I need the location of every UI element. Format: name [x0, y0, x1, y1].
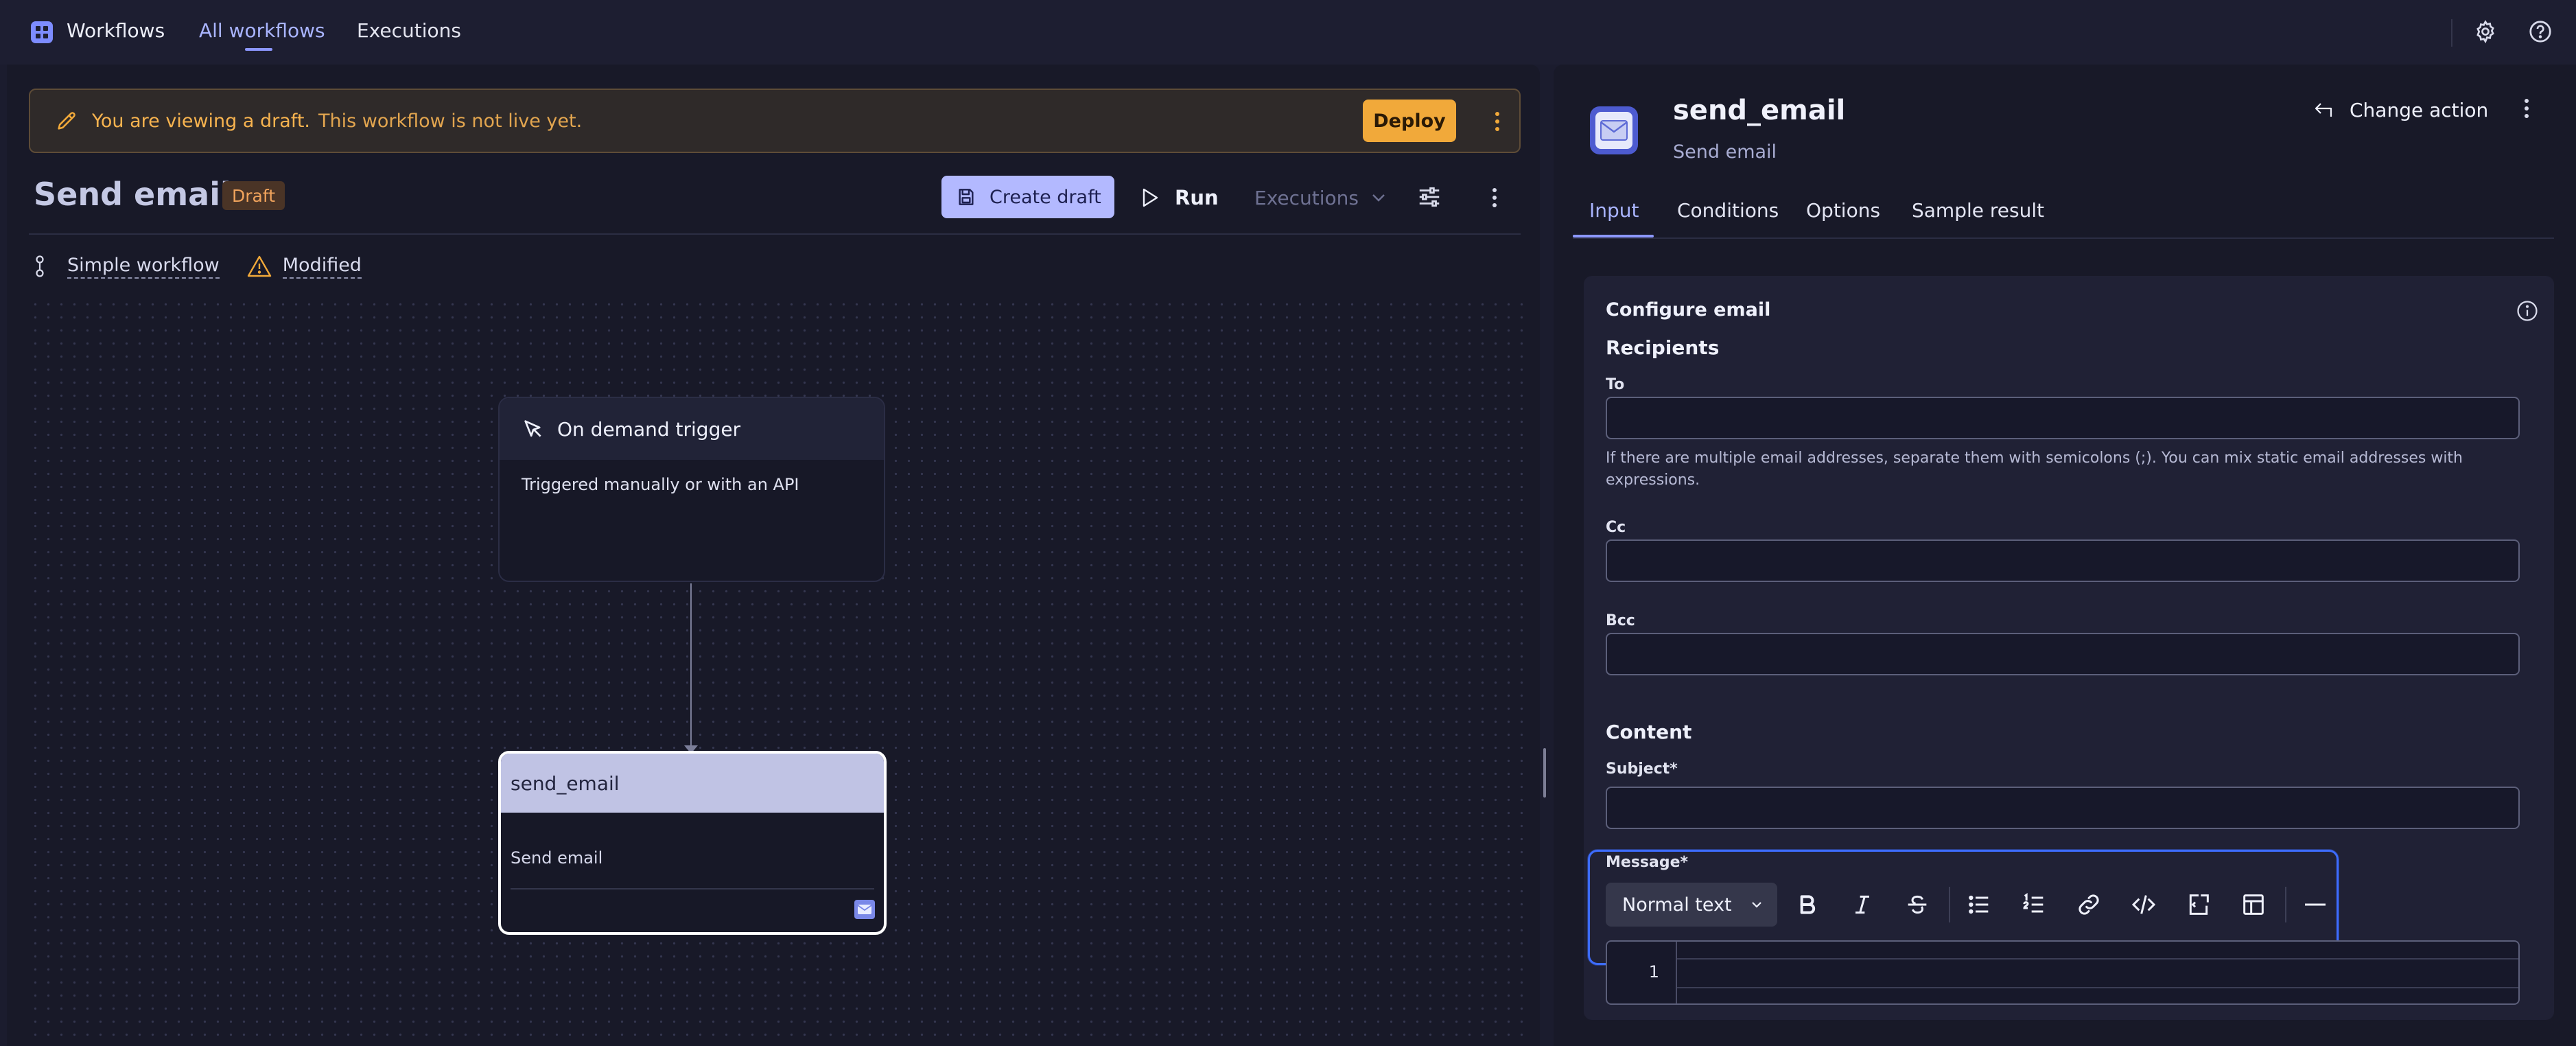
to-label: To	[1606, 376, 1625, 393]
editor-gutter: 1	[1607, 942, 1677, 1003]
action-type-subtitle: Send email	[1673, 141, 1777, 163]
nav-tab-all-workflows[interactable]: All workflows	[199, 19, 325, 42]
tab-input[interactable]: Input	[1589, 199, 1639, 222]
run-label: Run	[1175, 186, 1219, 209]
panel-resize-handle[interactable]	[1543, 748, 1546, 798]
cursor-click-icon	[522, 417, 545, 441]
subject-label: Subject*	[1606, 760, 1678, 778]
config-tabs: Input Conditions Options Sample result	[1573, 199, 2554, 239]
send-email-node[interactable]: send_email Send email	[498, 751, 887, 935]
deploy-button[interactable]: Deploy	[1363, 100, 1456, 142]
toolbar-separator	[1949, 887, 1950, 922]
info-icon[interactable]	[2516, 299, 2539, 323]
active-tab-indicator	[245, 48, 272, 51]
bold-icon[interactable]	[1794, 891, 1821, 918]
link-icon[interactable]	[2075, 891, 2103, 918]
banner-more-icon[interactable]	[1485, 108, 1510, 135]
cc-field[interactable]	[1606, 539, 2520, 582]
draft-banner: You are viewing a draft. This workflow is…	[29, 89, 1521, 153]
change-action-label: Change action	[2350, 98, 2489, 121]
editor-active-line[interactable]	[1677, 958, 2518, 988]
card-title: Configure email	[1606, 299, 1771, 321]
trigger-node-title: On demand trigger	[557, 417, 741, 441]
action-name[interactable]: send_email	[1673, 95, 1845, 126]
trigger-node-description: Triggered manually or with an API	[522, 475, 799, 494]
email-app-icon	[854, 899, 876, 920]
node-connector	[690, 583, 692, 749]
action-node-description: Send email	[511, 848, 603, 868]
banner-title: You are viewing a draft.	[92, 111, 310, 132]
code-block-icon[interactable]	[2185, 891, 2212, 918]
cc-label: Cc	[1606, 519, 1626, 536]
tab-conditions[interactable]: Conditions	[1677, 199, 1779, 222]
to-field[interactable]	[1606, 397, 2520, 439]
email-action-icon	[1589, 106, 1639, 155]
recipients-heading: Recipients	[1606, 336, 1720, 359]
settings-icon[interactable]	[2473, 19, 2498, 44]
header-divider	[29, 233, 1521, 235]
banner-subtitle: This workflow is not live yet.	[318, 111, 583, 132]
save-icon	[955, 186, 977, 208]
code-icon[interactable]	[2130, 891, 2157, 918]
workflow-meta: Simple workflow Modified	[34, 253, 362, 280]
play-icon	[1140, 187, 1160, 208]
action-node-header: send_email	[501, 754, 884, 813]
workflow-editor-panel: You are viewing a draft. This workflow is…	[7, 65, 1540, 1046]
pencil-icon	[55, 109, 78, 132]
trigger-node-header: On demand trigger	[500, 398, 884, 460]
return-arrow-icon	[2314, 101, 2334, 119]
panel-more-icon[interactable]	[2514, 95, 2539, 122]
settings-sliders-icon[interactable]	[1416, 184, 1442, 210]
configure-email-card: Configure email Recipients To If there a…	[1584, 276, 2554, 1020]
chevron-down-icon	[1368, 187, 1389, 208]
bcc-field[interactable]	[1606, 633, 2520, 675]
table-icon[interactable]	[2240, 891, 2267, 918]
change-action-button[interactable]: Change action	[2314, 95, 2488, 125]
text-style-value: Normal text	[1622, 894, 1732, 916]
create-draft-label: Create draft	[990, 186, 1101, 208]
tabs-divider	[1573, 237, 2554, 239]
nav-divider	[2451, 19, 2452, 47]
italic-icon[interactable]	[1849, 891, 1876, 918]
trigger-node[interactable]: On demand trigger Triggered manually or …	[498, 397, 885, 582]
workflows-app-icon[interactable]	[30, 21, 54, 44]
warning-icon	[247, 255, 272, 278]
run-button[interactable]: Run	[1140, 183, 1219, 213]
content-heading: Content	[1606, 721, 1692, 743]
app-name[interactable]: Workflows	[67, 19, 165, 42]
top-navigation: Workflows All workflows Executions	[0, 0, 2576, 65]
subject-field[interactable]	[1606, 787, 2520, 829]
executions-label: Executions	[1254, 186, 1359, 209]
workflow-type-link[interactable]: Simple workflow	[67, 255, 220, 279]
toolbar-separator	[2285, 887, 2286, 922]
text-style-dropdown[interactable]: Normal text	[1606, 883, 1777, 927]
horizontal-rule-icon[interactable]	[2302, 891, 2329, 918]
more-options-icon[interactable]	[1482, 184, 1507, 211]
nav-tab-executions[interactable]: Executions	[357, 19, 461, 42]
bcc-label: Bcc	[1606, 612, 1635, 629]
numbered-list-icon[interactable]	[2020, 891, 2048, 918]
recipients-helper-text: If there are multiple email addresses, s…	[1606, 450, 2463, 489]
workflow-type-icon	[34, 255, 45, 278]
message-label: Message*	[1606, 854, 1689, 871]
help-icon[interactable]	[2528, 19, 2553, 44]
message-editor[interactable]: 1	[1606, 940, 2520, 1005]
action-config-panel: send_email Send email Change action Inpu…	[1554, 65, 2576, 1046]
tab-sample-result[interactable]: Sample result	[1912, 199, 2044, 222]
create-draft-button[interactable]: Create draft	[941, 176, 1114, 218]
chevron-down-icon	[1748, 896, 1765, 913]
active-tab-indicator	[1573, 235, 1654, 237]
executions-dropdown[interactable]: Executions	[1254, 183, 1389, 213]
action-node-title: send_email	[511, 771, 620, 795]
action-node-divider	[511, 888, 874, 890]
line-number: 1	[1648, 962, 1659, 981]
modified-status-link[interactable]: Modified	[282, 255, 362, 279]
tab-options[interactable]: Options	[1806, 199, 1880, 222]
banner-message: You are viewing a draft. This workflow is…	[92, 111, 582, 132]
workflow-title[interactable]: Send email	[34, 176, 231, 213]
bullet-list-icon[interactable]	[1965, 891, 1993, 918]
strikethrough-icon[interactable]	[1904, 891, 1931, 918]
draft-badge: Draft	[222, 181, 285, 210]
